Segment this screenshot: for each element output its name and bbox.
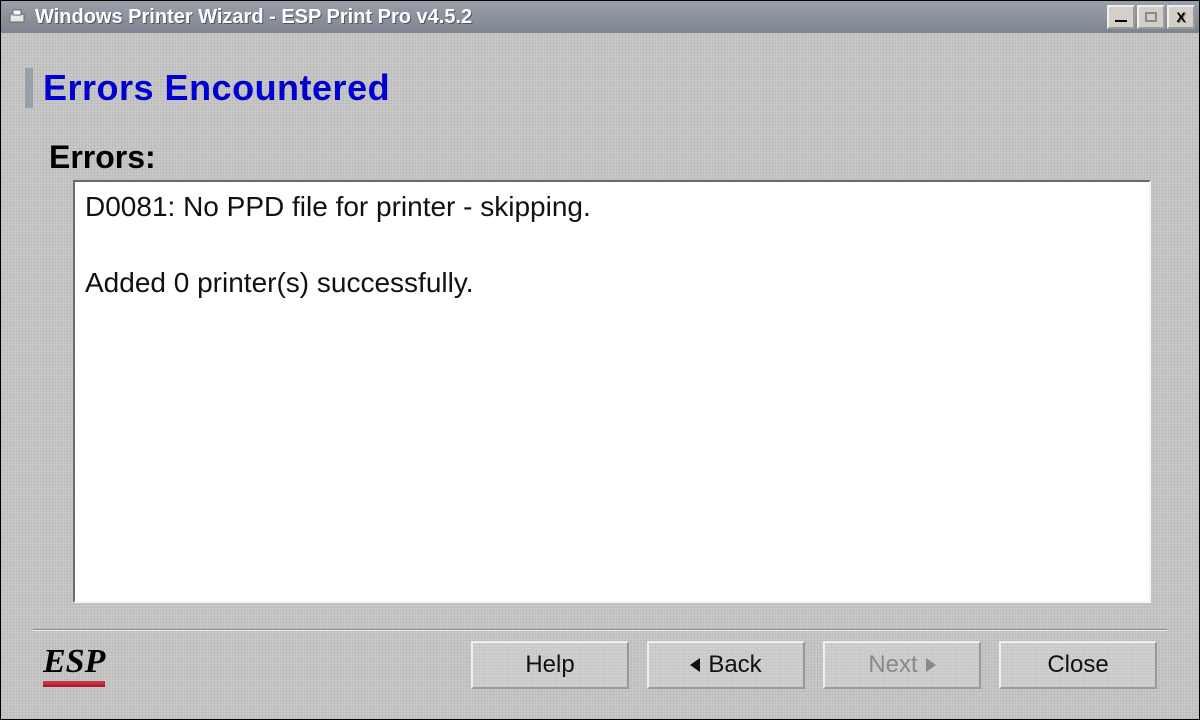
help-button-label: Help — [525, 651, 574, 679]
window-controls: X — [1107, 5, 1199, 29]
triangle-right-icon — [926, 658, 936, 672]
close-window-button[interactable]: X — [1167, 5, 1195, 29]
errors-textbox[interactable]: D0081: No PPD file for printer - skippin… — [73, 180, 1151, 603]
errors-label: Errors: — [49, 139, 1175, 176]
help-button[interactable]: Help — [471, 641, 629, 689]
wizard-buttons: Help Back Next Close — [471, 641, 1157, 689]
heading-text: Errors Encountered — [43, 67, 390, 109]
heading-accent-bar — [25, 68, 33, 108]
maximize-button — [1137, 5, 1165, 29]
esp-logo-underline — [43, 681, 105, 687]
window-title: Windows Printer Wizard - ESP Print Pro v… — [35, 6, 1107, 29]
close-button[interactable]: Close — [999, 641, 1157, 689]
esp-logo-text: ESP — [43, 643, 105, 680]
close-button-label: Close — [1047, 651, 1108, 679]
next-button-label: Next — [868, 651, 917, 679]
footer: ESP Help Back Next Close — [25, 631, 1175, 709]
titlebar[interactable]: Windows Printer Wizard - ESP Print Pro v… — [1, 1, 1199, 33]
next-button: Next — [823, 641, 981, 689]
content-area: Errors Encountered Errors: D0081: No PPD… — [1, 33, 1199, 719]
triangle-left-icon — [690, 658, 700, 672]
esp-logo: ESP — [43, 643, 105, 687]
back-button[interactable]: Back — [647, 641, 805, 689]
minimize-button[interactable] — [1107, 5, 1135, 29]
page-heading: Errors Encountered — [25, 67, 1175, 109]
back-button-label: Back — [708, 651, 761, 679]
wizard-window: Windows Printer Wizard - ESP Print Pro v… — [0, 0, 1200, 720]
app-icon — [7, 7, 27, 27]
